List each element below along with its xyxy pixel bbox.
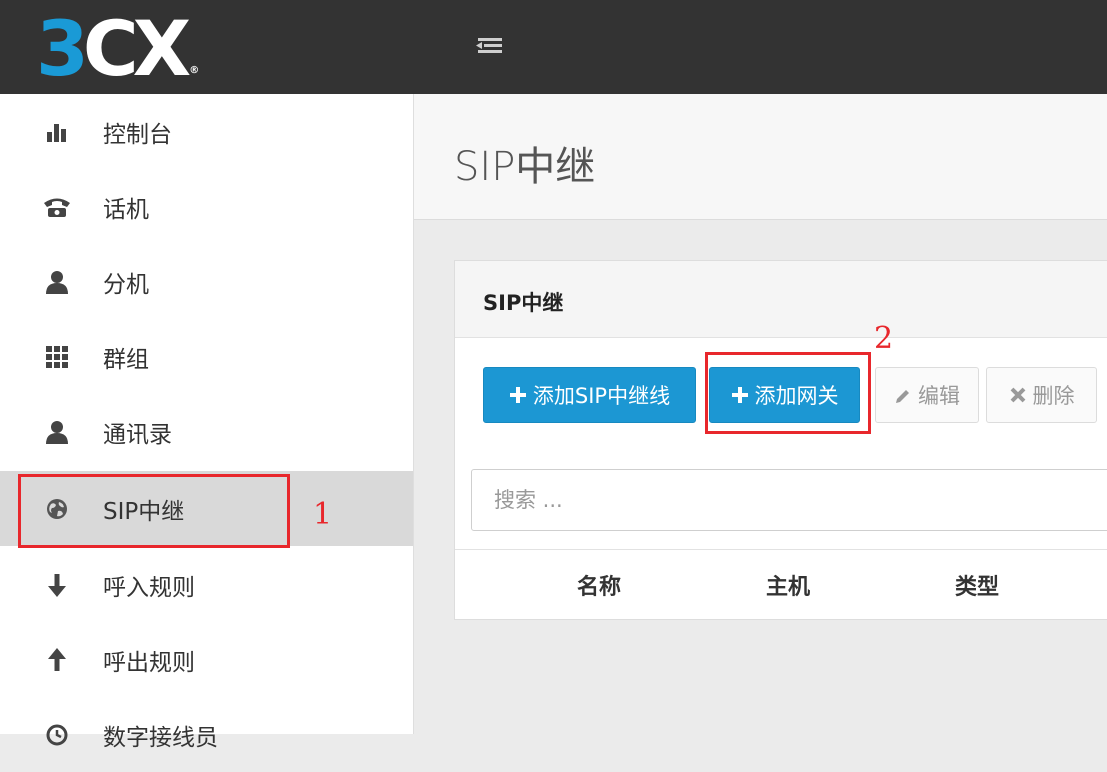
- panel-title: SIP中继: [483, 291, 564, 315]
- user-icon: [42, 417, 72, 447]
- sidebar-item-groups[interactable]: 群组: [0, 319, 413, 394]
- 3cx-logo[interactable]: 3 CX ®: [36, 4, 200, 93]
- column-header-host[interactable]: 主机: [766, 569, 810, 601]
- sidebar-item-label: 数字接线员: [103, 724, 218, 751]
- arrow-down-icon: [42, 570, 72, 600]
- annotation-box-2: [705, 352, 871, 434]
- clock-icon: [42, 720, 72, 750]
- annotation-number-1: 1: [313, 497, 333, 532]
- sip-trunks-panel: SIP中继 添加SIP中继线 添加网关 编辑 删除 名称 主机 类型: [454, 260, 1107, 620]
- sidebar-item-label: 控制台: [103, 121, 172, 148]
- close-icon: [1009, 386, 1027, 404]
- sidebar-item-extensions[interactable]: 分机: [0, 244, 413, 319]
- column-header-type[interactable]: 类型: [955, 569, 999, 601]
- user-icon: [42, 267, 72, 297]
- sidebar-item-label: 话机: [103, 196, 149, 223]
- edit-button[interactable]: 编辑: [875, 367, 979, 423]
- sidebar-item-contacts[interactable]: 通讯录: [0, 394, 413, 469]
- edit-label: 编辑: [918, 384, 960, 408]
- column-header-name[interactable]: 名称: [577, 569, 621, 601]
- annotation-box-1: [18, 474, 290, 548]
- sidebar: 控制台 话机 分机 群组 通讯录 SIP中继 呼入规则 呼出规则 数字接线员: [0, 94, 414, 751]
- page-title: SIP中继: [454, 144, 596, 190]
- sidebar-item-label: 群组: [103, 346, 149, 373]
- delete-label: 删除: [1032, 384, 1075, 408]
- logo-cx: CX: [82, 3, 191, 93]
- logo-3: 3: [36, 3, 89, 93]
- add-sip-trunk-button[interactable]: 添加SIP中继线: [483, 367, 696, 423]
- bar-chart-icon: [42, 117, 72, 147]
- sidebar-item-phones[interactable]: 话机: [0, 169, 413, 244]
- sidebar-item-label: 分机: [103, 271, 149, 298]
- annotation-number-2: 2: [874, 321, 894, 356]
- sidebar-item-label: 通讯录: [103, 421, 172, 448]
- add-sip-trunk-label: 添加SIP中继线: [532, 384, 671, 408]
- panel-header: SIP中继: [455, 261, 1107, 338]
- top-bar: 3 CX ®: [0, 0, 1107, 94]
- sidebar-item-digital-receptionist[interactable]: 数字接线员: [0, 697, 413, 772]
- sidebar-item-label: 呼出规则: [103, 649, 195, 676]
- menu-toggle-icon[interactable]: [474, 33, 504, 59]
- phone-icon: [42, 192, 72, 222]
- search-field[interactable]: [471, 469, 1107, 531]
- sidebar-item-inbound-rules[interactable]: 呼入规则: [0, 547, 413, 622]
- table-divider: [455, 549, 1107, 550]
- sidebar-item-outbound-rules[interactable]: 呼出规则: [0, 622, 413, 697]
- sidebar-item-label: 呼入规则: [103, 574, 195, 601]
- grid-icon: [42, 342, 72, 372]
- sidebar-item-dashboard[interactable]: 控制台: [0, 94, 413, 169]
- arrow-up-icon: [42, 645, 72, 675]
- logo-registered-mark: ®: [189, 65, 200, 76]
- search-input[interactable]: [472, 470, 1107, 530]
- plus-icon: [509, 386, 527, 404]
- delete-button[interactable]: 删除: [986, 367, 1097, 423]
- page-header: SIP中继: [414, 94, 1107, 220]
- pencil-icon: [894, 386, 912, 404]
